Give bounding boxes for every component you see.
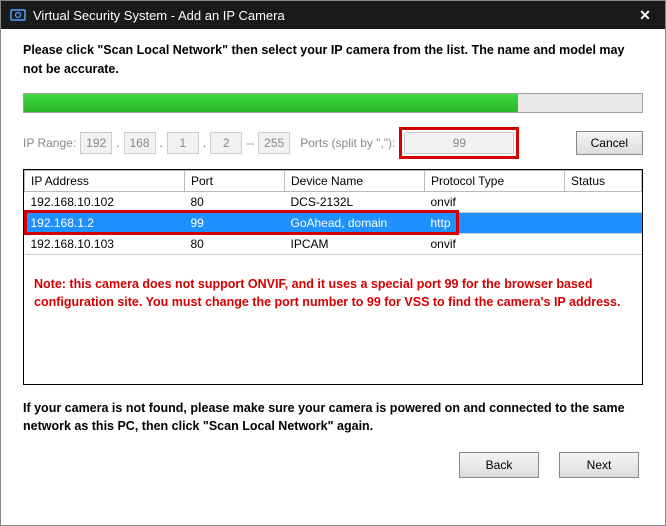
cell-device: DCS-2132L <box>285 191 425 212</box>
col-port[interactable]: Port <box>185 170 285 191</box>
cancel-button[interactable]: Cancel <box>576 131 643 155</box>
titlebar: Virtual Security System - Add an IP Came… <box>1 1 665 29</box>
cell-device: GoAhead, domain <box>285 212 425 233</box>
ports-input[interactable] <box>404 132 514 154</box>
ip-octet-3 <box>167 132 199 154</box>
cell-port: 99 <box>185 212 285 233</box>
table-row[interactable]: 192.168.1.299GoAhead, domainhttp <box>25 212 642 233</box>
dialog-content: Please click "Scan Local Network" then s… <box>1 29 665 486</box>
col-device[interactable]: Device Name <box>285 170 425 191</box>
dot: . <box>203 136 206 150</box>
back-button[interactable]: Back <box>459 452 539 478</box>
wizard-buttons: Back Next <box>23 452 643 478</box>
cell-status <box>565 191 642 212</box>
cell-proto: onvif <box>425 233 565 254</box>
close-icon[interactable]: ✕ <box>633 7 657 24</box>
cell-device: IPCAM <box>285 233 425 254</box>
ip-range-row: IP Range: . . . -- Ports (split by ","):… <box>23 127 643 159</box>
cell-proto: http <box>425 212 565 233</box>
ports-highlight <box>399 127 519 159</box>
cell-ip: 192.168.1.2 <box>25 212 185 233</box>
table-row[interactable]: 192.168.10.10280DCS-2132Lonvif <box>25 191 642 212</box>
col-status[interactable]: Status <box>565 170 642 191</box>
ip-octet-2 <box>124 132 156 154</box>
cell-port: 80 <box>185 191 285 212</box>
cell-ip: 192.168.10.103 <box>25 233 185 254</box>
scan-progress <box>23 93 643 113</box>
table-row[interactable]: 192.168.10.10380IPCAMonvif <box>25 233 642 254</box>
footer-text: If your camera is not found, please make… <box>23 399 643 437</box>
ports-label: Ports (split by ","): <box>300 136 395 150</box>
next-button[interactable]: Next <box>559 452 639 478</box>
scan-progress-fill <box>24 94 518 112</box>
camera-table-container: IP Address Port Device Name Protocol Typ… <box>23 169 643 385</box>
camera-table[interactable]: IP Address Port Device Name Protocol Typ… <box>24 170 642 255</box>
cell-proto: onvif <box>425 191 565 212</box>
col-ip[interactable]: IP Address <box>25 170 185 191</box>
ip-octet-4b <box>258 132 290 154</box>
cell-status <box>565 233 642 254</box>
window-title: Virtual Security System - Add an IP Came… <box>33 8 633 23</box>
dot: . <box>160 136 163 150</box>
range-dash: -- <box>246 136 254 150</box>
cell-port: 80 <box>185 233 285 254</box>
instruction-text: Please click "Scan Local Network" then s… <box>23 41 643 79</box>
ip-octet-4a <box>210 132 242 154</box>
cell-ip: 192.168.10.102 <box>25 191 185 212</box>
app-icon <box>9 6 27 24</box>
cell-status <box>565 212 642 233</box>
col-proto[interactable]: Protocol Type <box>425 170 565 191</box>
onvif-note: Note: this camera does not support ONVIF… <box>24 255 642 323</box>
ip-octet-1 <box>80 132 112 154</box>
ip-range-label: IP Range: <box>23 136 76 150</box>
dot: . <box>116 136 119 150</box>
